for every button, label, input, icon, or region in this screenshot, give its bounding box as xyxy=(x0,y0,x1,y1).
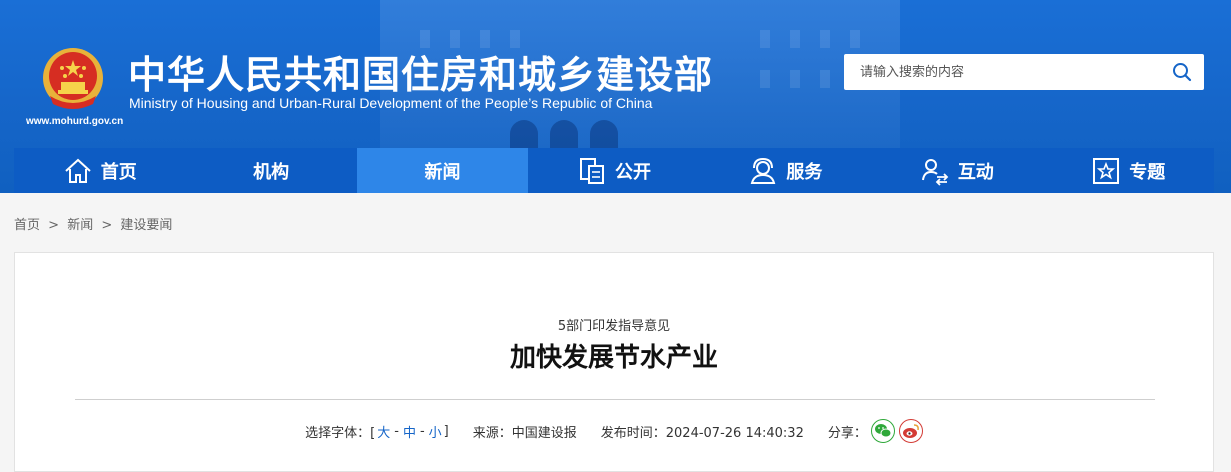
nav-item-public[interactable]: 公开 xyxy=(528,148,699,193)
search-input[interactable] xyxy=(844,54,1160,90)
article-kicker: 5部门印发指导意见 xyxy=(557,319,671,334)
interact-icon xyxy=(921,158,949,186)
nav-item-label: 机构 xyxy=(253,161,290,183)
nav-item-organization[interactable]: 机构 xyxy=(185,148,356,193)
breadcrumb: 首页 > 新闻 > 建设要闻 xyxy=(14,214,172,233)
star-icon xyxy=(1093,157,1120,184)
main-nav: 首页 机构 新闻 公开 服务 互动 专题 xyxy=(14,148,1214,193)
search-icon xyxy=(1173,63,1192,82)
weibo-share-icon[interactable] xyxy=(898,419,923,443)
breadcrumb-separator: > xyxy=(48,218,60,233)
nav-item-label: 服务 xyxy=(786,161,823,183)
service-icon xyxy=(751,157,776,184)
font-medium-button[interactable]: 中 xyxy=(403,422,416,441)
nav-item-news[interactable]: 新闻 xyxy=(356,148,529,193)
wechat-share-icon[interactable] xyxy=(870,419,895,443)
font-size-label: 选择字体：[ xyxy=(305,425,376,441)
nav-item-label: 公开 xyxy=(614,161,651,183)
article-source: 来源：中国建设报 xyxy=(472,425,577,441)
breadcrumb-home[interactable]: 首页 xyxy=(14,218,40,233)
national-emblem-icon xyxy=(43,48,103,109)
title-divider xyxy=(75,399,1155,400)
share-label: 分享： xyxy=(827,425,867,441)
article-time: 发布时间：2024-07-26 14:40:32 xyxy=(600,425,804,441)
nav-item-topics[interactable]: 专题 xyxy=(1043,148,1214,193)
share-group: 分享： xyxy=(828,419,923,443)
nav-item-interact[interactable]: 互动 xyxy=(871,148,1042,193)
nav-item-label: 首页 xyxy=(100,161,137,183)
article-panel: 5部门印发指导意见 加快发展节水产业 选择字体：[ 大 - 中 - 小 ] 来源… xyxy=(14,252,1214,472)
home-icon xyxy=(65,158,91,183)
nav-item-label: 新闻 xyxy=(424,161,461,183)
font-small-button[interactable]: 小 xyxy=(429,422,442,441)
search-button[interactable] xyxy=(1160,54,1204,90)
site-header: www.mohurd.gov.cn 中华人民共和国住房和城乡建设部 Minist… xyxy=(0,0,1231,193)
article-title: 加快发展节水产业 xyxy=(509,343,718,373)
font-large-button[interactable]: 大 xyxy=(377,422,390,441)
document-icon xyxy=(579,157,604,184)
nav-item-label: 互动 xyxy=(957,161,994,183)
nav-item-home[interactable]: 首页 xyxy=(14,148,185,193)
breadcrumb-separator: > xyxy=(101,218,113,233)
site-title: 中华人民共和国住房和城乡建设部 xyxy=(128,53,714,97)
nav-item-service[interactable]: 服务 xyxy=(700,148,871,193)
breadcrumb-news[interactable]: 新闻 xyxy=(67,218,93,233)
search-box xyxy=(844,54,1204,90)
site-url: www.mohurd.gov.cn xyxy=(26,116,124,127)
nav-item-label: 专题 xyxy=(1129,161,1166,183)
font-size-selector: 选择字体：[ 大 - 中 - 小 ] xyxy=(305,422,449,441)
breadcrumb-construction-news[interactable]: 建设要闻 xyxy=(120,218,172,233)
article-meta: 选择字体：[ 大 - 中 - 小 ] 来源：中国建设报 发布时间：2024-07… xyxy=(15,419,1213,443)
site-subtitle: Ministry of Housing and Urban-Rural Deve… xyxy=(129,95,653,111)
font-size-close: ] xyxy=(443,423,449,439)
